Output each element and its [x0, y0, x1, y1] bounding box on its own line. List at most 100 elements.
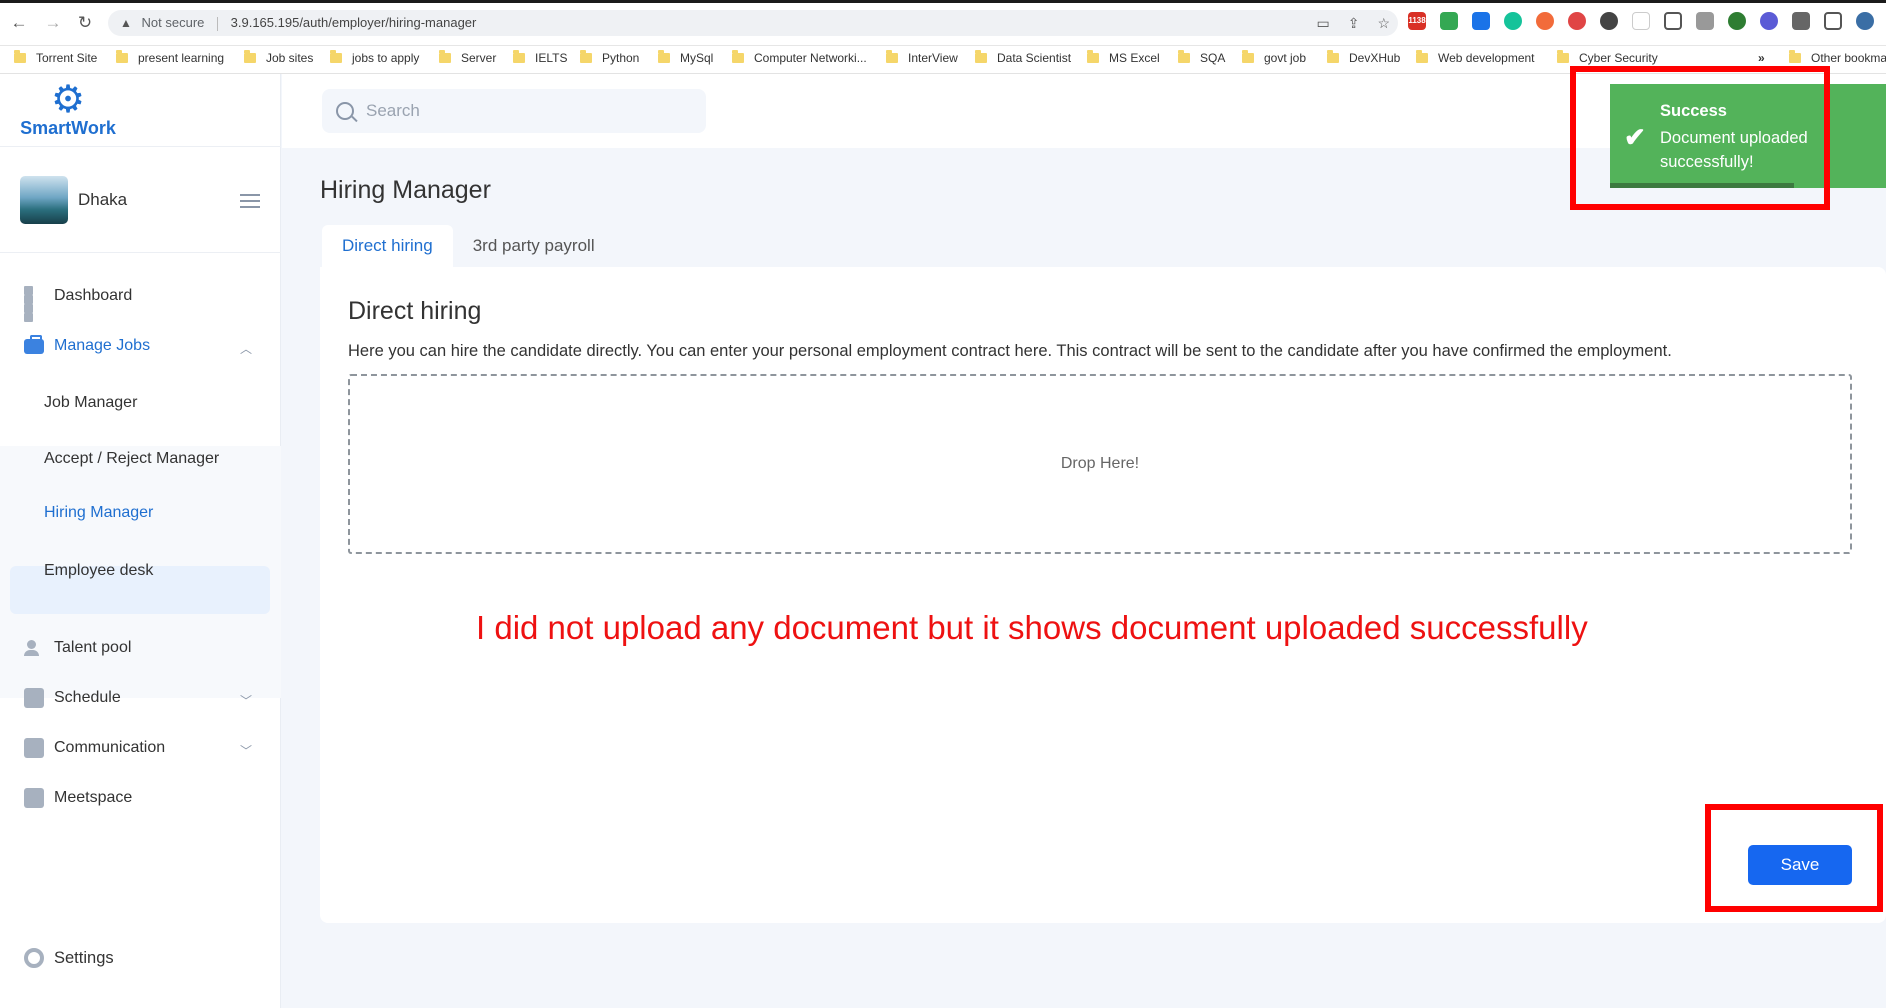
bookmark-folder[interactable]: Web development: [1416, 50, 1535, 65]
bookmark-folder[interactable]: Data Scientist: [975, 50, 1071, 65]
sidebar-item-communication[interactable]: Communication: [24, 738, 165, 758]
bookmark-folder[interactable]: SQA: [1178, 50, 1225, 65]
sidebar-item-employee-desk[interactable]: Employee desk: [44, 562, 153, 580]
sidebar: ⚙ SmartWork Dhaka Dashboard Manage Jobs …: [0, 74, 281, 1008]
more-bookmarks-chevron[interactable]: »: [1758, 51, 1765, 65]
search-box[interactable]: [322, 89, 706, 133]
bookmark-folder[interactable]: govt job: [1242, 50, 1306, 65]
annotation-text: I did not upload any document but it sho…: [476, 609, 1588, 646]
panel-description: Here you can hire the candidate directly…: [348, 342, 1672, 360]
puzzle-icon[interactable]: [1792, 12, 1810, 30]
divider: [0, 146, 281, 147]
folder-icon: [330, 50, 342, 63]
direct-hiring-panel: Direct hiring Here you can hire the cand…: [320, 267, 1886, 923]
folder-icon: [1087, 50, 1099, 63]
extensions-row: 1138: [1408, 12, 1874, 30]
address-separator: [217, 16, 219, 31]
grammarly-icon[interactable]: [1504, 12, 1522, 30]
bookmark-folder[interactable]: present learning: [116, 50, 224, 65]
tab-3rd-party-payroll[interactable]: 3rd party payroll: [453, 225, 615, 267]
bookmark-folder[interactable]: MySql: [658, 50, 713, 65]
folder-icon: [886, 50, 898, 63]
folder-icon: [1178, 50, 1190, 63]
folder-icon: [975, 50, 987, 63]
profile-avatar-icon[interactable]: [1856, 12, 1874, 30]
code-extension-icon[interactable]: [1632, 12, 1650, 30]
share-icon[interactable]: ⇪: [1348, 10, 1360, 36]
bookmark-folder[interactable]: Job sites: [244, 50, 313, 65]
profile[interactable]: Dhaka: [20, 176, 127, 224]
folder-icon: [1327, 50, 1339, 63]
image-extension-icon[interactable]: [1696, 12, 1714, 30]
mouse-extension-icon[interactable]: [1600, 12, 1618, 30]
shield-extension-icon[interactable]: [1440, 12, 1458, 30]
tabs: Direct hiring 3rd party payroll: [322, 225, 615, 267]
bookmark-folder[interactable]: Computer Networki...: [732, 50, 867, 65]
briefcase-icon: [24, 335, 44, 356]
tab-direct-hiring[interactable]: Direct hiring: [322, 225, 453, 267]
warning-icon: ▲: [120, 16, 132, 30]
sidebar-item-talent-pool[interactable]: Talent pool: [24, 638, 131, 658]
globe-extension-icon[interactable]: [1728, 12, 1746, 30]
chat-icon: [24, 738, 44, 758]
not-secure-label: Not secure: [141, 15, 205, 30]
folder-icon: [1242, 50, 1254, 63]
snowflake-extension-icon[interactable]: [1760, 12, 1778, 30]
menu-toggle-icon[interactable]: [240, 194, 260, 212]
folder-icon: [1416, 50, 1428, 63]
calendar-icon: [24, 688, 44, 708]
folder-icon: [116, 50, 128, 63]
sidebar-item-meetspace[interactable]: Meetspace: [24, 788, 132, 808]
smartwork-logo[interactable]: ⚙ SmartWork: [18, 80, 118, 139]
bookmark-folder[interactable]: DevXHub: [1327, 50, 1400, 65]
sidebar-item-hiring-manager[interactable]: Hiring Manager: [44, 504, 153, 522]
bookmark-folder[interactable]: Cyber Security: [1557, 50, 1658, 65]
talent-pool-icon: [24, 638, 44, 658]
sidebar-item-job-manager[interactable]: Job Manager: [44, 394, 137, 412]
divider: [0, 252, 281, 253]
search-icon: [336, 102, 354, 120]
bookmark-folder[interactable]: Torrent Site: [14, 50, 97, 65]
screenshot-extension-icon[interactable]: [1664, 12, 1682, 30]
bookmark-folder[interactable]: MS Excel: [1087, 50, 1160, 65]
other-bookmarks[interactable]: Other bookma: [1789, 50, 1886, 65]
gear-icon: [24, 948, 44, 968]
red-extension-icon[interactable]: [1568, 12, 1586, 30]
sidebar-item-manage-jobs[interactable]: Manage Jobs: [24, 335, 150, 356]
bookmark-folder[interactable]: Server: [439, 50, 496, 65]
drop-extension-icon[interactable]: [1472, 12, 1490, 30]
chevron-up-icon[interactable]: ︿: [240, 340, 252, 357]
forward-icon[interactable]: →: [42, 12, 64, 34]
page-title: Hiring Manager: [320, 176, 491, 204]
sidebar-item-settings[interactable]: Settings: [24, 948, 114, 968]
file-dropzone[interactable]: Drop Here!: [348, 374, 1852, 554]
reload-icon[interactable]: ↻: [74, 12, 96, 34]
chevron-down-icon[interactable]: ﹀: [240, 742, 252, 759]
sidebar-item-accept-reject[interactable]: Accept / Reject Manager: [44, 450, 219, 468]
bookmark-folder[interactable]: Python: [580, 50, 639, 65]
folder-icon: [732, 50, 744, 63]
logo-gear-icon: ⚙: [50, 79, 86, 121]
back-icon[interactable]: ←: [8, 12, 30, 34]
bookmark-folder[interactable]: IELTS: [513, 50, 567, 65]
folder-icon: [244, 50, 256, 63]
annotation-box-save: [1705, 804, 1883, 912]
folder-icon: [1557, 50, 1569, 63]
search-input[interactable]: [366, 101, 686, 121]
folder-icon: [1789, 50, 1801, 63]
folder-icon: [580, 50, 592, 63]
orange-extension-icon[interactable]: [1536, 12, 1554, 30]
chevron-down-icon[interactable]: ﹀: [240, 692, 252, 709]
sidepanel-icon[interactable]: [1824, 12, 1842, 30]
bookmark-folder[interactable]: jobs to apply: [330, 50, 419, 65]
folder-icon: [439, 50, 451, 63]
sidebar-item-schedule[interactable]: Schedule: [24, 688, 121, 708]
window-top-edge: [0, 0, 1886, 3]
bookmark-star-icon[interactable]: ☆: [1377, 10, 1390, 36]
sidebar-item-dashboard[interactable]: Dashboard: [24, 286, 132, 322]
gmail-extension-icon[interactable]: 1138: [1408, 12, 1426, 30]
address-bar[interactable]: ▲ Not secure 3.9.165.195/auth/employer/h…: [108, 10, 1398, 36]
avatar: [20, 176, 68, 224]
bookmark-folder[interactable]: InterView: [886, 50, 958, 65]
reader-icon[interactable]: ▭: [1316, 10, 1329, 36]
